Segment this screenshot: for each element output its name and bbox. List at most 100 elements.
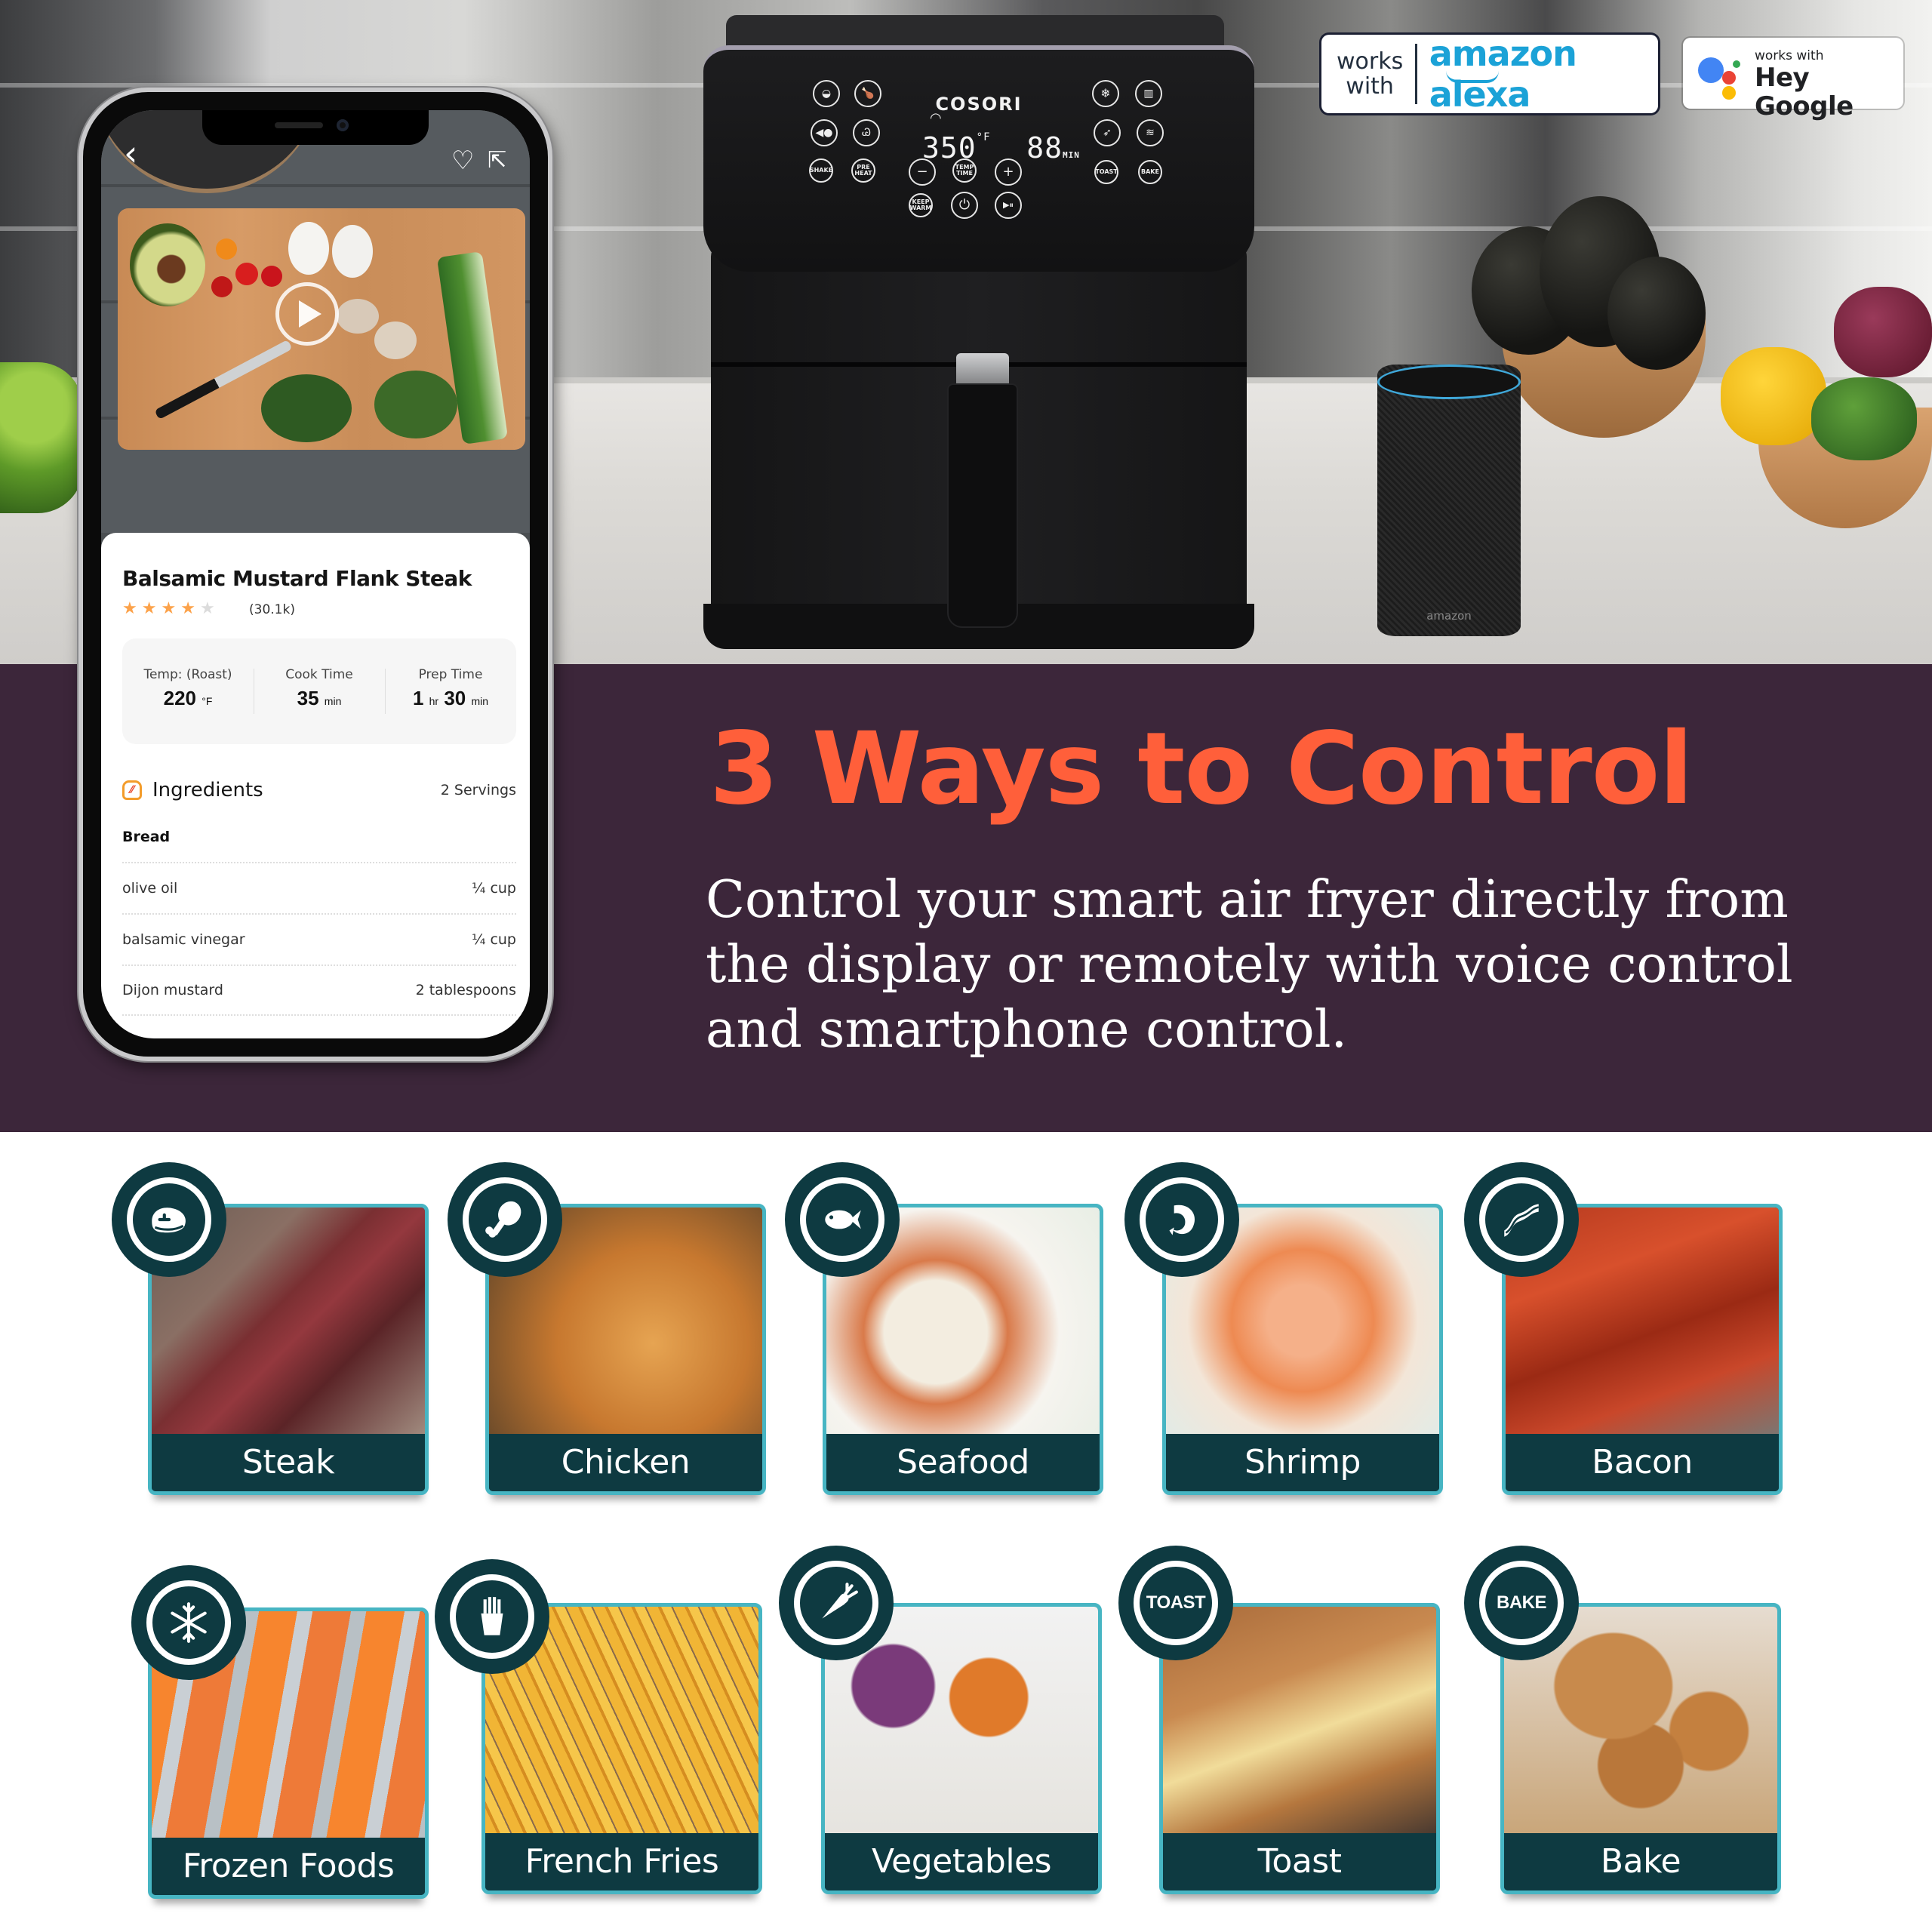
amazon-echo-speaker: amazon	[1377, 365, 1521, 636]
google-works-with: works with	[1755, 48, 1824, 63]
fish-icon: ◀●	[815, 127, 833, 139]
stat-temp: Temp: (Roast) 220 °F	[122, 638, 254, 744]
ingredient-name: Dijon mustard	[122, 982, 223, 998]
icon-ring	[794, 1561, 878, 1645]
ingredient-section-label: Bread	[122, 829, 171, 845]
steak-glyph	[152, 1208, 186, 1233]
display-time-unit: MIN	[1063, 150, 1080, 160]
tomato	[211, 276, 232, 297]
avocado	[130, 223, 205, 306]
fryer-plus-button[interactable]: +	[995, 158, 1022, 186]
drumstick-glyph	[485, 1201, 521, 1238]
stat-label: Prep Time	[418, 667, 483, 682]
alexa-works-with: works with	[1337, 48, 1404, 100]
fryer-frozen-button[interactable]: ❄	[1092, 80, 1119, 107]
prep-minutes-unit: min	[471, 695, 489, 707]
preset-label: Vegetables	[825, 1833, 1098, 1890]
ingredient-qty: ¼ cup	[471, 931, 516, 948]
egg	[332, 225, 373, 278]
recipe-card: Balsamic Mustard Flank Steak ★★★★★ (30.1…	[101, 533, 530, 1038]
share-icon[interactable]: ⇱	[488, 148, 506, 174]
chicken-drumstick-icon: 🍗	[861, 88, 875, 100]
fryer-start-pause-button[interactable]: ▶⏸	[995, 192, 1022, 219]
amazon-smile-icon	[1445, 71, 1499, 83]
fries-icon: ▥	[1143, 88, 1154, 100]
fryer-toast-button[interactable]: TOAST	[1094, 160, 1118, 184]
tomato	[235, 263, 258, 285]
preset-label: Frozen Foods	[152, 1838, 425, 1895]
google-brand: Hey Google	[1755, 63, 1854, 122]
snowflake-icon	[131, 1565, 246, 1680]
fryer-keep-warm-button[interactable]: KEEP WARM	[909, 193, 933, 217]
back-icon[interactable]: ‹	[124, 136, 137, 171]
stat-cook-time: Cook Time 35 min	[254, 638, 385, 744]
limes-decoration	[0, 362, 83, 513]
star-icon-filled: ★	[122, 599, 142, 618]
stat-value: 35 min	[254, 687, 385, 710]
google-assistant-dot-blue	[1698, 57, 1724, 83]
preset-label: Toast	[1163, 1833, 1436, 1890]
earpiece	[275, 122, 323, 128]
fryer-shrimp-button[interactable]: Ꮚ	[853, 119, 880, 146]
headline: 3 Ways to Control	[709, 711, 1694, 827]
icon-ring: TOAST	[1134, 1561, 1218, 1645]
fryer-bake-button[interactable]: BAKE	[1138, 160, 1162, 184]
wifi-icon: ◠	[930, 110, 942, 126]
steak-icon	[112, 1162, 226, 1277]
fries-glyph	[481, 1597, 503, 1635]
star-icon-empty: ★	[199, 599, 220, 618]
stat-value: 1 hr 30 min	[385, 687, 516, 710]
alexa-brand: amazon alexa	[1429, 33, 1643, 115]
bake-icon-text: BAKE	[1496, 1592, 1547, 1613]
play-video-button[interactable]	[275, 282, 339, 346]
bacon-icon	[1464, 1162, 1579, 1277]
snowflake-glyph	[171, 1602, 207, 1643]
preset-label: Shrimp	[1166, 1434, 1439, 1491]
fryer-power-button[interactable]: ⏻	[951, 192, 978, 219]
basket-release-button[interactable]	[956, 353, 1009, 388]
google-badge: works with Hey Google	[1683, 38, 1903, 121]
favorite-heart-icon[interactable]: ♡	[451, 148, 474, 174]
bake-text-icon: BAKE	[1464, 1546, 1579, 1660]
basket-handle	[949, 385, 1017, 626]
fryer-minus-button[interactable]: −	[909, 158, 936, 186]
shrimp-icon: Ꮚ	[862, 127, 871, 139]
fryer-temp-time-button[interactable]: TEMP TIME	[952, 158, 977, 183]
play-pause-icon: ▶⏸	[1003, 200, 1014, 210]
fryer-bacon-button[interactable]: ≋	[1137, 119, 1164, 146]
ingredient-row: balsamic vinegar ¼ cup	[122, 913, 516, 964]
shrimp-icon	[1124, 1162, 1239, 1277]
ingredients-title: Ingredients	[152, 779, 263, 801]
fryer-shake-button[interactable]: SHAKE	[809, 158, 833, 183]
shrimp-glyph	[1169, 1204, 1195, 1235]
front-camera	[337, 119, 349, 131]
fryer-preheat-button[interactable]: PRE HEAT	[851, 158, 875, 183]
mushroom	[337, 299, 379, 334]
icon-ring	[800, 1177, 884, 1262]
ingredient-name: olive oil	[122, 880, 178, 897]
mushroom	[374, 321, 417, 359]
preset-label: Chicken	[489, 1434, 762, 1491]
fish-icon	[785, 1162, 900, 1277]
fryer-steak-button[interactable]: ◒	[813, 80, 840, 107]
fryer-fries-button[interactable]: ▥	[1135, 80, 1162, 107]
fryer-vegetables-button[interactable]: ➶	[1094, 119, 1121, 146]
prep-minutes-value: 30	[444, 687, 466, 709]
tomato	[261, 266, 282, 287]
carrot-icon: ➶	[1103, 127, 1112, 139]
fryer-seafood-button[interactable]: ◀●	[811, 119, 838, 146]
google-assistant-dot-red	[1722, 71, 1736, 85]
ingredient-row: olive oil ¼ cup	[122, 862, 516, 913]
toast-text-icon: TOAST	[1118, 1546, 1233, 1660]
servings-selector[interactable]: 2 Servings	[441, 782, 516, 798]
fryer-chicken-button[interactable]: 🍗	[854, 80, 881, 107]
stat-prep-time: Prep Time 1 hr 30 min	[385, 638, 516, 744]
bread-icon: ⁄⁄	[122, 780, 142, 800]
fish-glyph	[825, 1210, 861, 1229]
ingredient-row: Dijon mustard 2 tablespoons	[122, 964, 516, 1016]
phone-screen: ‹ ♡ ⇱ Balsamic Mustard Flank Steak ★★★★★…	[101, 110, 530, 1038]
bacon-glyph	[1504, 1204, 1540, 1237]
power-icon: ⏻	[958, 197, 971, 213]
ingredient-qty: 2 tablespoons	[415, 982, 516, 998]
icon-ring	[1479, 1177, 1564, 1262]
